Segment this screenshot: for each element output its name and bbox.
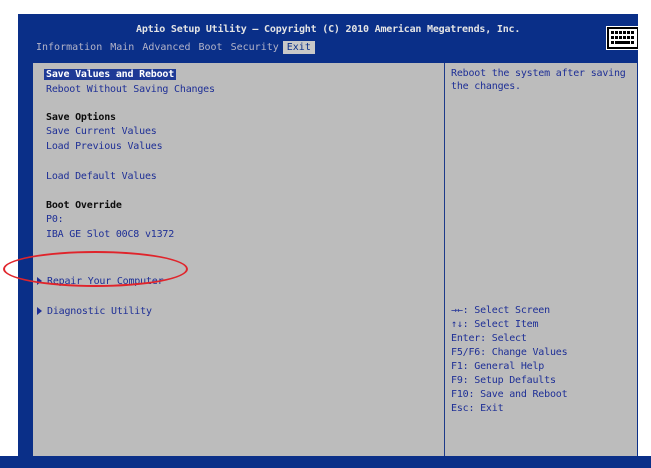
triangle-right-icon <box>37 277 42 285</box>
help-panel: Reboot the system after saving the chang… <box>451 63 638 468</box>
tab-bar: Information Main Advanced Boot Security … <box>32 41 315 54</box>
panel-divider <box>444 63 445 468</box>
window-title: Aptio Setup Utility – Copyright (C) 2010… <box>136 24 521 35</box>
load-default-values-item[interactable]: Load Default Values <box>46 170 157 183</box>
keyboard-icon <box>606 26 638 50</box>
boot-override-header: Boot Override <box>46 200 122 211</box>
help-save-and-reboot: F10: Save and Reboot <box>451 389 568 400</box>
bios-screen: Aptio Setup Utility – Copyright (C) 2010… <box>18 14 638 468</box>
save-options-header: Save Options <box>46 112 116 123</box>
help-general-help: F1: General Help <box>451 361 545 372</box>
content-panel: Save Values and Reboot Reboot Without Sa… <box>33 63 637 468</box>
help-setup-defaults: F9: Setup Defaults <box>451 375 556 386</box>
tab-advanced[interactable]: Advanced <box>138 41 194 54</box>
tab-main[interactable]: Main <box>106 41 138 54</box>
menu-list: Save Values and Reboot Reboot Without Sa… <box>33 63 445 468</box>
key-help-list: →←: Select Screen ↑↓: Select Item Enter:… <box>451 304 568 416</box>
diagnostic-utility-label: Diagnostic Utility <box>47 306 152 317</box>
save-current-values-item[interactable]: Save Current Values <box>46 125 157 138</box>
save-values-and-reboot-item[interactable]: Save Values and Reboot <box>44 68 177 81</box>
help-select-item: ↑↓: Select Item <box>451 319 539 330</box>
item-description: Reboot the system after saving the chang… <box>451 68 626 92</box>
tab-security[interactable]: Security <box>227 41 283 54</box>
p0-label: P0: <box>46 214 64 225</box>
save-values-and-reboot-label: Save Values and Reboot <box>44 69 177 80</box>
triangle-right-icon <box>37 307 42 315</box>
help-select-screen: →←: Select Screen <box>451 305 550 316</box>
help-change-values: F5/F6: Change Values <box>451 347 568 358</box>
help-enter-select: Enter: Select <box>451 333 527 344</box>
diagnostic-utility-item[interactable]: Diagnostic Utility <box>37 305 152 318</box>
bottom-status-bar <box>0 456 651 468</box>
tab-information[interactable]: Information <box>32 41 106 54</box>
load-previous-values-item[interactable]: Load Previous Values <box>46 140 163 153</box>
reboot-without-saving-item[interactable]: Reboot Without Saving Changes <box>46 83 215 96</box>
tab-boot[interactable]: Boot <box>195 41 227 54</box>
repair-your-computer-label: Repair Your Computer <box>47 276 164 287</box>
iba-ge-slot-item[interactable]: IBA GE Slot 00C8 v1372 <box>46 228 174 241</box>
tab-exit[interactable]: Exit <box>282 41 315 54</box>
help-esc-exit: Esc: Exit <box>451 403 504 414</box>
repair-your-computer-item[interactable]: Repair Your Computer <box>37 275 164 288</box>
